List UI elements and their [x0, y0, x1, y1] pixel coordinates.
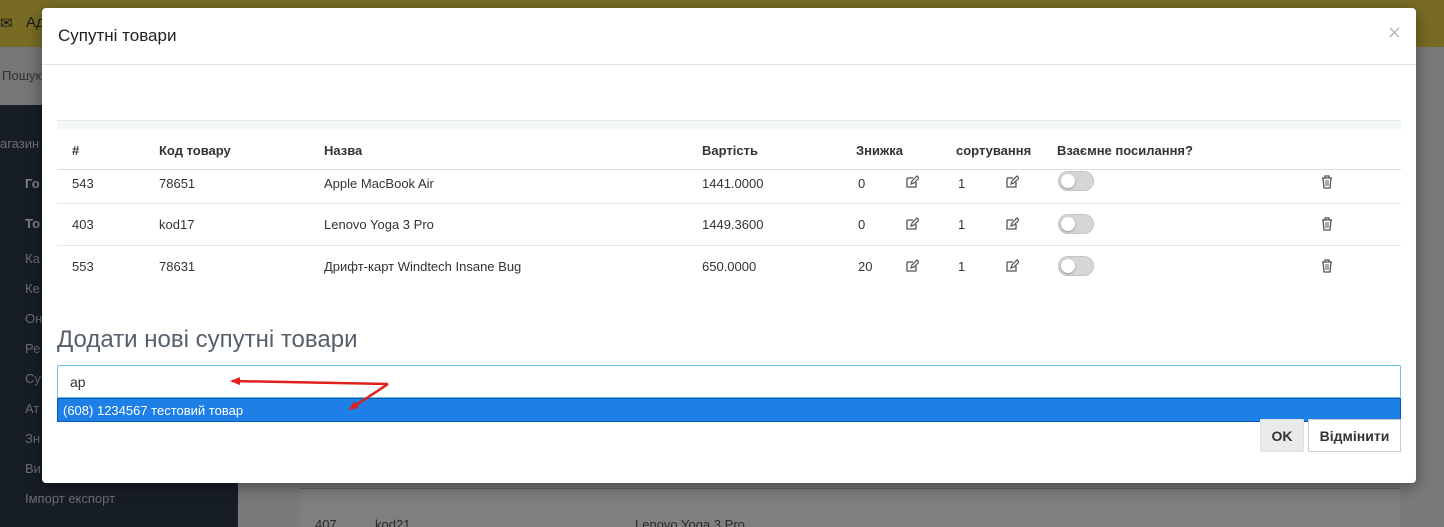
col-sort: сортування [956, 143, 1032, 158]
col-code: Код товару [159, 143, 231, 158]
row-id: 543 [72, 176, 94, 191]
row-price: 1441.0000 [702, 176, 764, 191]
related-products-modal: Супутні товари × # Код товару Назва Варт… [42, 8, 1416, 483]
col-id: # [72, 143, 80, 158]
edit-sort-icon[interactable] [1005, 259, 1019, 273]
mutual-link-toggle[interactable] [1058, 214, 1094, 234]
row-sort: 1 [958, 176, 966, 191]
row-price: 1449.3600 [702, 217, 764, 232]
product-search-input[interactable] [57, 365, 1401, 398]
col-name: Назва [324, 143, 363, 158]
edit-discount-icon[interactable] [905, 217, 919, 231]
row-sort: 1 [958, 259, 966, 274]
row-code: 78651 [159, 176, 196, 191]
edit-sort-icon[interactable] [1005, 217, 1019, 231]
row-name: Lenovo Yoga 3 Pro [324, 217, 434, 232]
row-discount: 0 [858, 176, 866, 191]
trash-icon[interactable] [1321, 259, 1333, 273]
add-products-heading: Додати нові супутні товари [57, 326, 358, 353]
modal-title: Супутні товари [58, 26, 177, 45]
mutual-link-toggle[interactable] [1058, 171, 1094, 191]
col-discount: Знижка [856, 143, 903, 158]
cancel-button[interactable]: Відмінити [1308, 419, 1401, 452]
table-row: 553 78631 Дрифт-карт Windtech Insane Bug… [57, 246, 1401, 288]
row-id: 403 [72, 217, 94, 232]
row-price: 650.0000 [702, 259, 757, 274]
table-header: # Код товару Назва Вартість Знижка сорту… [57, 130, 1401, 170]
row-code: kod17 [159, 217, 195, 232]
close-button[interactable]: × [1387, 22, 1402, 43]
row-sort: 1 [958, 217, 966, 232]
table-row: 403 kod17 Lenovo Yoga 3 Pro 1449.3600 0 … [57, 204, 1401, 246]
col-price: Вартість [702, 143, 758, 158]
row-code: 78631 [159, 259, 196, 274]
edit-sort-icon[interactable] [1005, 175, 1019, 189]
mutual-link-toggle[interactable] [1058, 256, 1094, 276]
edit-discount-icon[interactable] [905, 259, 919, 273]
trash-icon[interactable] [1321, 175, 1333, 189]
row-discount: 20 [858, 259, 873, 274]
table-row: 543 78651 Apple MacBook Air 1441.0000 0 … [57, 170, 1401, 204]
edit-discount-icon[interactable] [905, 175, 919, 189]
row-name: Apple MacBook Air [324, 176, 434, 191]
ok-button[interactable]: OK [1260, 419, 1304, 452]
row-discount: 0 [858, 217, 866, 232]
row-id: 553 [72, 259, 94, 274]
col-mutual: Взаємне посилання? [1057, 143, 1193, 158]
table-top-divider [57, 120, 1401, 130]
row-name: Дрифт-карт Windtech Insane Bug [324, 259, 522, 274]
autocomplete-option[interactable]: (608) 1234567 тестовий товар [63, 403, 243, 418]
autocomplete-dropdown: (608) 1234567 тестовий товар [57, 398, 1401, 422]
trash-icon[interactable] [1321, 217, 1333, 231]
modal-header: Супутні товари × [42, 8, 1416, 65]
